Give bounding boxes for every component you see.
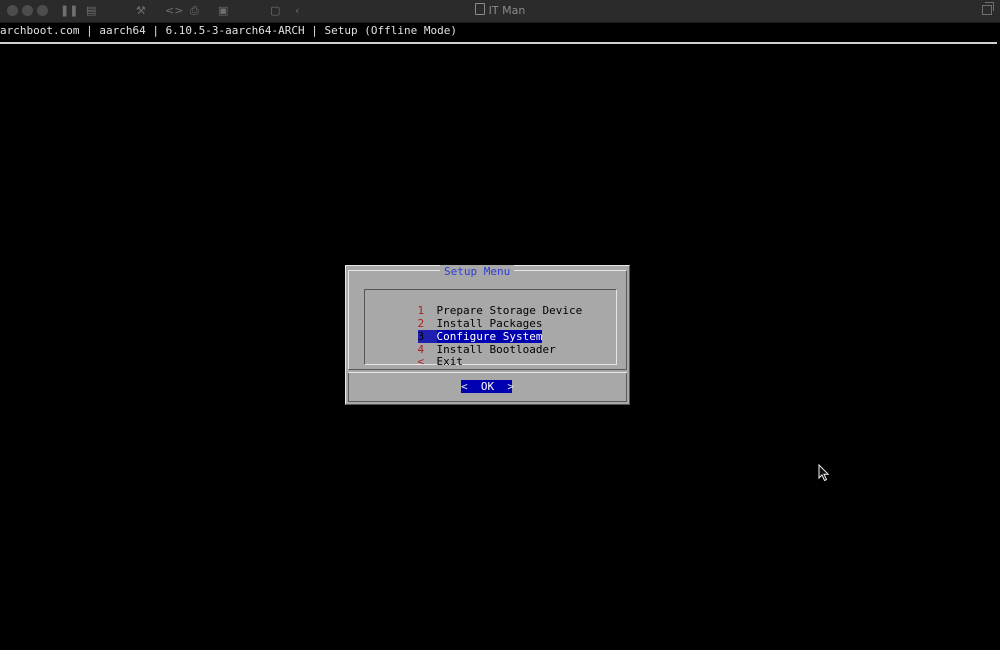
ok-button[interactable]: < OK > bbox=[461, 380, 514, 393]
mouse-pointer-icon bbox=[818, 464, 830, 482]
dialog-title: Setup Menu bbox=[440, 265, 515, 278]
menu-item-label: Exit bbox=[436, 355, 464, 368]
menu-item-install-packages[interactable]: 2 Install Packages bbox=[391, 304, 543, 330]
document-icon bbox=[474, 3, 485, 15]
menu-item-configure-system[interactable]: 3 Configure System bbox=[391, 317, 543, 343]
setup-menu-dialog: 1 Prepare Storage Device 2 Install Package… bbox=[345, 265, 630, 405]
restore-window-icon[interactable] bbox=[982, 2, 994, 15]
ok-left-bracket: < bbox=[461, 380, 468, 393]
status-divider bbox=[0, 42, 997, 44]
window-title-text: IT Man bbox=[488, 4, 526, 17]
button-area: < OK > bbox=[348, 373, 627, 402]
window-title: IT Man bbox=[0, 3, 1000, 19]
menu-item-tag: < bbox=[417, 355, 425, 368]
ok-button-label: OK bbox=[480, 380, 495, 393]
menu-item-exit[interactable]: < Exit bbox=[391, 342, 464, 368]
window-titlebar: ❚❚ ▤ ⚒ <> ⎙ ▣ ▢ ‹ IT Man bbox=[0, 0, 1000, 23]
menu-item-prepare-storage[interactable]: 1 Prepare Storage Device bbox=[391, 291, 583, 317]
status-line: archboot.com | aarch64 | 6.10.5-3-aarch6… bbox=[0, 24, 457, 37]
ok-right-bracket: > bbox=[507, 380, 514, 393]
